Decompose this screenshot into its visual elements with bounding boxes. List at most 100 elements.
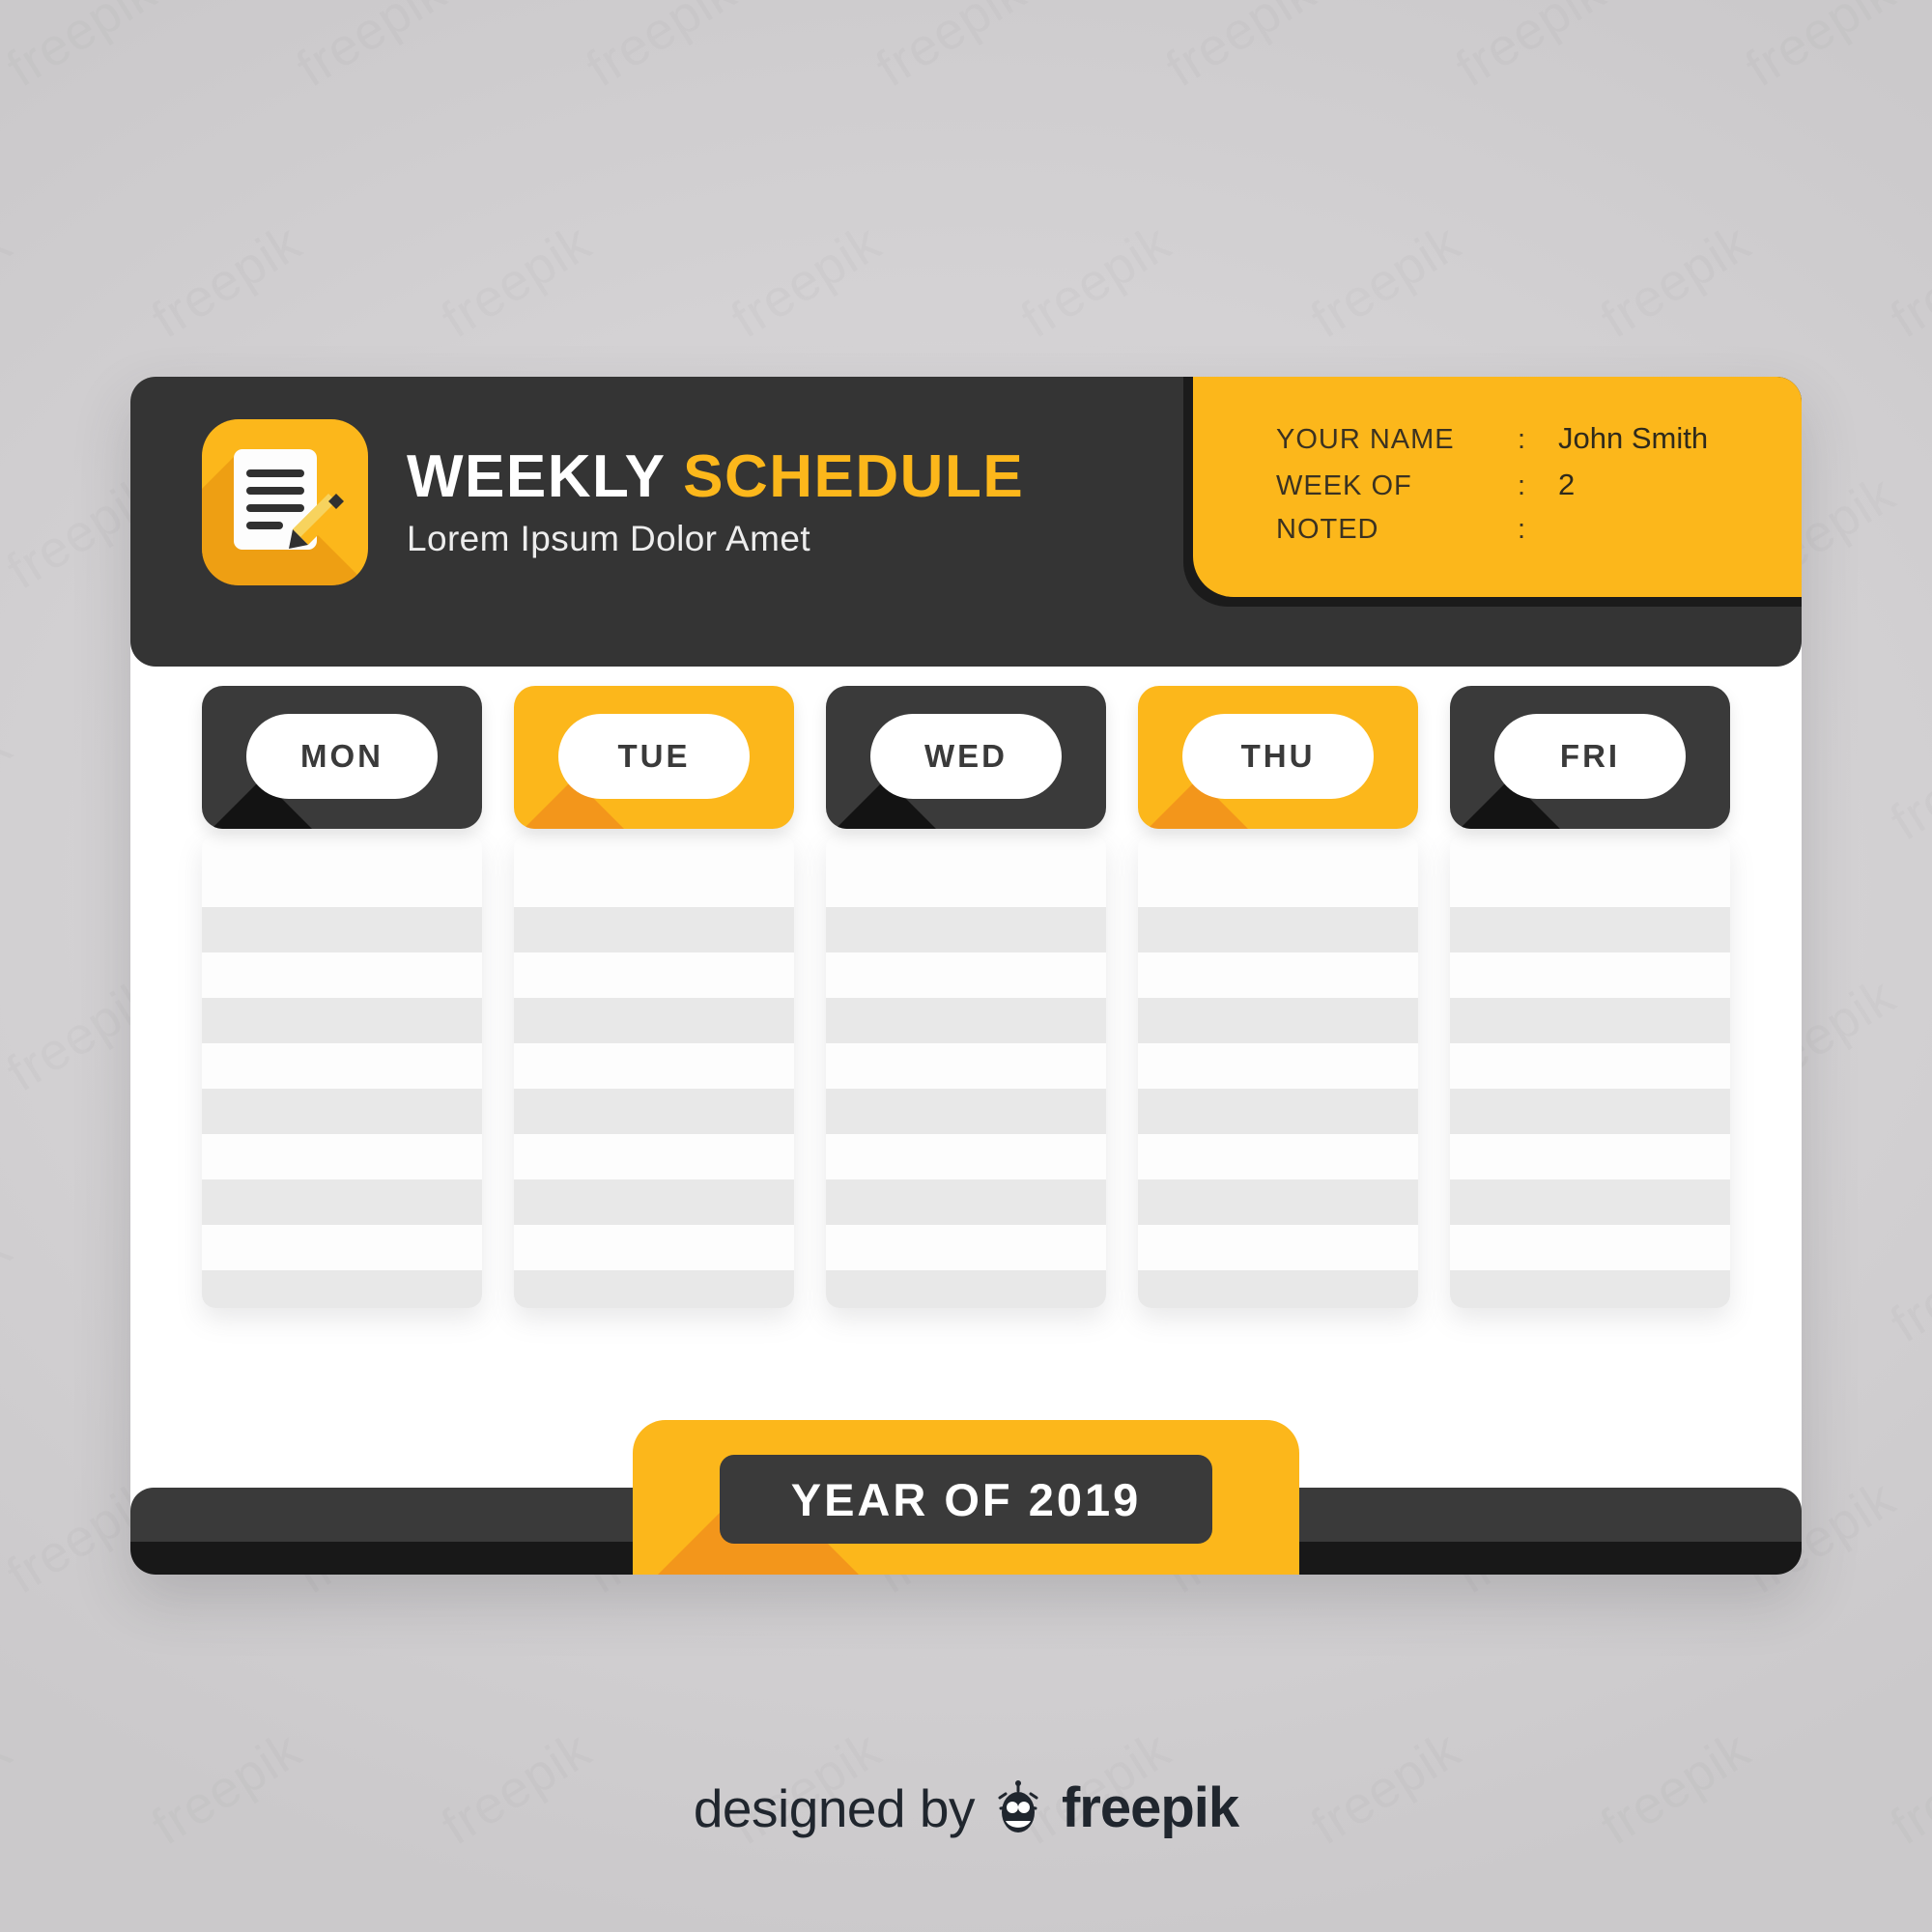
note-line-row[interactable]: [1138, 862, 1418, 907]
note-line-row[interactable]: [826, 1270, 1106, 1308]
day-tab-fri[interactable]: FRI: [1450, 686, 1730, 829]
day-tab-tue[interactable]: TUE: [514, 686, 794, 829]
meta-label: WEEK OF: [1276, 470, 1412, 501]
day-tab-wed[interactable]: WED: [826, 686, 1106, 829]
meta-row: YOUR NAME: John Smith: [1276, 421, 1802, 468]
note-line-row[interactable]: [1450, 907, 1730, 952]
note-line-row[interactable]: [1138, 1225, 1418, 1270]
day-tab-pill: THU: [1182, 714, 1374, 799]
day-column-tue: TUE: [514, 686, 794, 1308]
day-notes-sheet[interactable]: [202, 835, 482, 1308]
note-line-row[interactable]: [826, 1225, 1106, 1270]
note-line-row[interactable]: [514, 907, 794, 952]
meta-value[interactable]: 2: [1558, 468, 1575, 502]
day-tab-label: MON: [300, 738, 384, 774]
title-block: WEEKLY SCHEDULE Lorem Ipsum Dolor Amet: [407, 445, 1024, 558]
note-line-row[interactable]: [826, 862, 1106, 907]
note-line-row[interactable]: [1138, 1089, 1418, 1134]
day-tab-label: THU: [1240, 738, 1316, 774]
freepik-robot-icon: [998, 1779, 1038, 1833]
title-primary: WEEKLY: [407, 443, 666, 511]
note-line-row[interactable]: [826, 1134, 1106, 1179]
day-notes-sheet[interactable]: [514, 835, 794, 1308]
icon-document-line: [246, 522, 283, 529]
day-tab-thu[interactable]: THU: [1138, 686, 1418, 829]
note-line-row[interactable]: [1450, 1134, 1730, 1179]
note-line-row[interactable]: [1138, 1043, 1418, 1089]
note-line-row[interactable]: [1450, 862, 1730, 907]
note-line-row[interactable]: [1450, 1225, 1730, 1270]
note-line-row[interactable]: [514, 862, 794, 907]
note-line-row[interactable]: [826, 952, 1106, 998]
day-column-thu: THU: [1138, 686, 1418, 1308]
note-line-row[interactable]: [202, 1089, 482, 1134]
day-tab-pill: MON: [246, 714, 438, 799]
note-line-row[interactable]: [514, 952, 794, 998]
note-line-row[interactable]: [1138, 998, 1418, 1043]
note-line-row[interactable]: [1138, 952, 1418, 998]
day-tab-label: FRI: [1559, 738, 1621, 774]
freepik-brand-label: freepik: [1061, 1776, 1239, 1839]
note-line-row[interactable]: [514, 1089, 794, 1134]
note-line-row[interactable]: [1450, 952, 1730, 998]
note-line-row[interactable]: [1138, 1270, 1418, 1308]
note-line-row[interactable]: [1138, 907, 1418, 952]
note-line-row[interactable]: [1450, 1043, 1730, 1089]
note-pencil-icon: [202, 419, 368, 585]
day-tab-pill: FRI: [1494, 714, 1686, 799]
note-line-row[interactable]: [202, 1043, 482, 1089]
note-line-row[interactable]: [1450, 998, 1730, 1043]
year-label: YEAR OF 2019: [790, 1473, 1142, 1525]
note-line-row[interactable]: [514, 1134, 794, 1179]
note-line-row[interactable]: [514, 998, 794, 1043]
note-line-row[interactable]: [1450, 1179, 1730, 1225]
note-line-row[interactable]: [514, 1179, 794, 1225]
designed-by-label: designed by: [693, 1777, 976, 1838]
meta-label: NOTED: [1276, 514, 1379, 545]
day-tab-label: TUE: [617, 738, 691, 774]
note-line-row[interactable]: [514, 1225, 794, 1270]
note-line-row[interactable]: [202, 1179, 482, 1225]
day-notes-sheet[interactable]: [826, 835, 1106, 1308]
year-badge: YEAR OF 2019: [720, 1455, 1212, 1544]
brand-block: WEEKLY SCHEDULE Lorem Ipsum Dolor Amet: [202, 419, 1024, 585]
icon-document-line: [246, 469, 304, 477]
note-line-row[interactable]: [1138, 1134, 1418, 1179]
meta-separator: :: [1518, 514, 1526, 545]
week-grid: MON TUE WED THU FRI: [202, 686, 1730, 1308]
note-line-row[interactable]: [1450, 1270, 1730, 1308]
meta-separator: :: [1518, 424, 1526, 455]
note-line-row[interactable]: [202, 1134, 482, 1179]
note-line-row[interactable]: [826, 1179, 1106, 1225]
day-tab-pill: TUE: [558, 714, 750, 799]
note-line-row[interactable]: [202, 952, 482, 998]
year-panel: YEAR OF 2019: [633, 1420, 1299, 1575]
note-line-row[interactable]: [202, 862, 482, 907]
meta-label: YOUR NAME: [1276, 424, 1455, 455]
weekly-schedule-poster: WEEKLY SCHEDULE Lorem Ipsum Dolor Amet Y…: [130, 377, 1802, 1575]
note-line-row[interactable]: [202, 1270, 482, 1308]
day-notes-sheet[interactable]: [1450, 835, 1730, 1308]
meta-value[interactable]: John Smith: [1558, 421, 1708, 456]
note-line-row[interactable]: [514, 1043, 794, 1089]
note-line-row[interactable]: [826, 907, 1106, 952]
note-line-row[interactable]: [1138, 1179, 1418, 1225]
day-tab-mon[interactable]: MON: [202, 686, 482, 829]
day-column-mon: MON: [202, 686, 482, 1308]
day-tab-pill: WED: [870, 714, 1062, 799]
meta-row: NOTED:: [1276, 514, 1802, 560]
meta-panel: YOUR NAME: John Smith WEEK OF: 2 NOTED:: [1193, 377, 1802, 597]
note-line-row[interactable]: [826, 1043, 1106, 1089]
note-line-row[interactable]: [202, 1225, 482, 1270]
note-line-row[interactable]: [202, 998, 482, 1043]
meta-row: WEEK OF: 2: [1276, 468, 1802, 514]
note-line-row[interactable]: [1450, 1089, 1730, 1134]
note-line-row[interactable]: [826, 1089, 1106, 1134]
note-line-row[interactable]: [826, 998, 1106, 1043]
poster-header: WEEKLY SCHEDULE Lorem Ipsum Dolor Amet Y…: [130, 377, 1802, 667]
day-notes-sheet[interactable]: [1138, 835, 1418, 1308]
title-accent: SCHEDULE: [683, 443, 1025, 511]
note-line-row[interactable]: [514, 1270, 794, 1308]
meta-separator: :: [1518, 470, 1526, 501]
note-line-row[interactable]: [202, 907, 482, 952]
